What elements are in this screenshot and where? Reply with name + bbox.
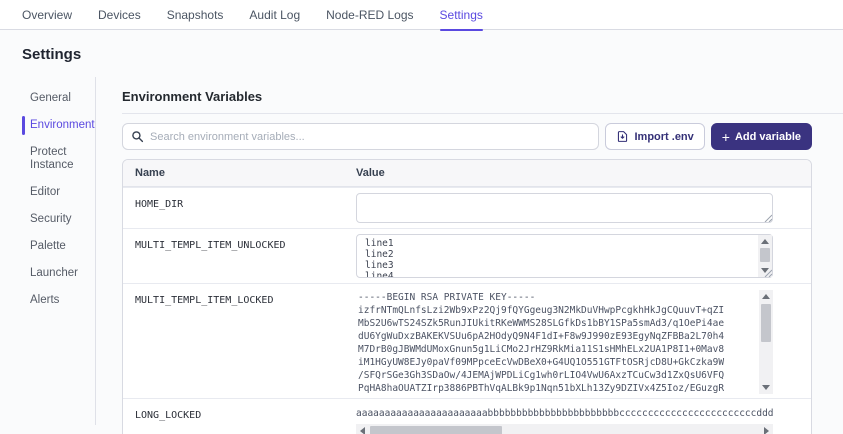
- env-name: HOME_DIR: [135, 199, 184, 210]
- settings-sidebar: General Environment Protect Instance Edi…: [22, 77, 96, 425]
- table-row: MULTI_TEMPL_ITEM_LOCKED -----BEGIN RSA P…: [123, 283, 811, 398]
- vertical-scrollbar[interactable]: [759, 290, 773, 394]
- table-row: LONG_LOCKED aaaaaaaaaaaaaaaaaaaaaaabbbbb…: [123, 398, 811, 434]
- settings-page: Settings General Environment Protect Ins…: [0, 30, 843, 434]
- search-icon: [132, 131, 144, 143]
- sidebar-item-editor[interactable]: Editor: [22, 179, 95, 206]
- sidebar-item-palette[interactable]: Palette: [22, 233, 95, 260]
- column-header-value: Value: [356, 167, 385, 179]
- env-value-input[interactable]: [356, 193, 773, 223]
- table-row: HOME_DIR: [123, 187, 811, 228]
- table-header: Name Value: [123, 160, 811, 187]
- import-file-icon: [618, 131, 628, 142]
- search-input[interactable]: [150, 130, 591, 143]
- resize-grip-icon[interactable]: [763, 213, 772, 222]
- instance-tab-bar: Overview Devices Snapshots Audit Log Nod…: [0, 0, 843, 31]
- environment-panel: Environment Variables Import .env: [96, 77, 843, 434]
- resize-grip-icon[interactable]: [763, 268, 772, 277]
- sidebar-item-protect-instance[interactable]: Protect Instance: [22, 139, 95, 179]
- tab-overview[interactable]: Overview: [22, 0, 72, 30]
- tab-snapshots[interactable]: Snapshots: [167, 0, 224, 30]
- env-value-locked: -----BEGIN RSA PRIVATE KEY----- izfrNTmQ…: [358, 292, 725, 394]
- sidebar-item-alerts[interactable]: Alerts: [22, 287, 95, 314]
- sidebar-item-security[interactable]: Security: [22, 206, 95, 233]
- env-name: MULTI_TEMPL_ITEM_UNLOCKED: [135, 240, 286, 251]
- scrollbar-thumb[interactable]: [761, 304, 771, 342]
- tab-node-red-logs[interactable]: Node-RED Logs: [326, 0, 413, 30]
- add-variable-button[interactable]: + Add variable: [710, 123, 812, 150]
- sidebar-item-environment[interactable]: Environment: [22, 112, 95, 139]
- import-env-button[interactable]: Import .env: [605, 123, 705, 150]
- tab-audit-log[interactable]: Audit Log: [249, 0, 300, 30]
- import-env-label: Import .env: [634, 130, 694, 143]
- panel-title: Environment Variables: [122, 77, 843, 114]
- env-name: LONG_LOCKED: [135, 410, 202, 421]
- horizontal-scrollbar[interactable]: [356, 424, 773, 434]
- tab-devices[interactable]: Devices: [98, 0, 141, 30]
- scrollbar-thumb[interactable]: [370, 426, 502, 434]
- scroll-down-arrow-icon[interactable]: [759, 381, 773, 394]
- env-toolbar: Import .env + Add variable: [122, 123, 812, 150]
- sidebar-item-general[interactable]: General: [22, 85, 95, 112]
- scroll-up-arrow-icon[interactable]: [759, 290, 773, 303]
- page-title: Settings: [22, 46, 82, 63]
- scroll-right-arrow-icon[interactable]: [760, 424, 773, 434]
- scroll-up-arrow-icon[interactable]: [758, 235, 772, 248]
- plus-icon: +: [721, 128, 730, 145]
- env-variables-table: Name Value HOME_DIR MULTI_TEMPL_ITEM_UNL…: [122, 159, 812, 434]
- add-variable-label: Add variable: [734, 130, 801, 143]
- scrollbar-thumb[interactable]: [760, 248, 770, 262]
- env-value-locked: aaaaaaaaaaaaaaaaaaaaaaabbbbbbbbbbbbbbbbb…: [356, 408, 773, 419]
- env-name: MULTI_TEMPL_ITEM_LOCKED: [135, 295, 274, 306]
- sidebar-item-launcher[interactable]: Launcher: [22, 260, 95, 287]
- scroll-left-arrow-icon[interactable]: [356, 424, 369, 434]
- env-value-input[interactable]: line1 line2 line3 line4: [356, 234, 773, 278]
- search-box[interactable]: [122, 123, 600, 150]
- table-row: MULTI_TEMPL_ITEM_UNLOCKED line1 line2 li…: [123, 228, 811, 283]
- column-header-name: Name: [135, 167, 165, 179]
- tab-settings[interactable]: Settings: [439, 0, 484, 31]
